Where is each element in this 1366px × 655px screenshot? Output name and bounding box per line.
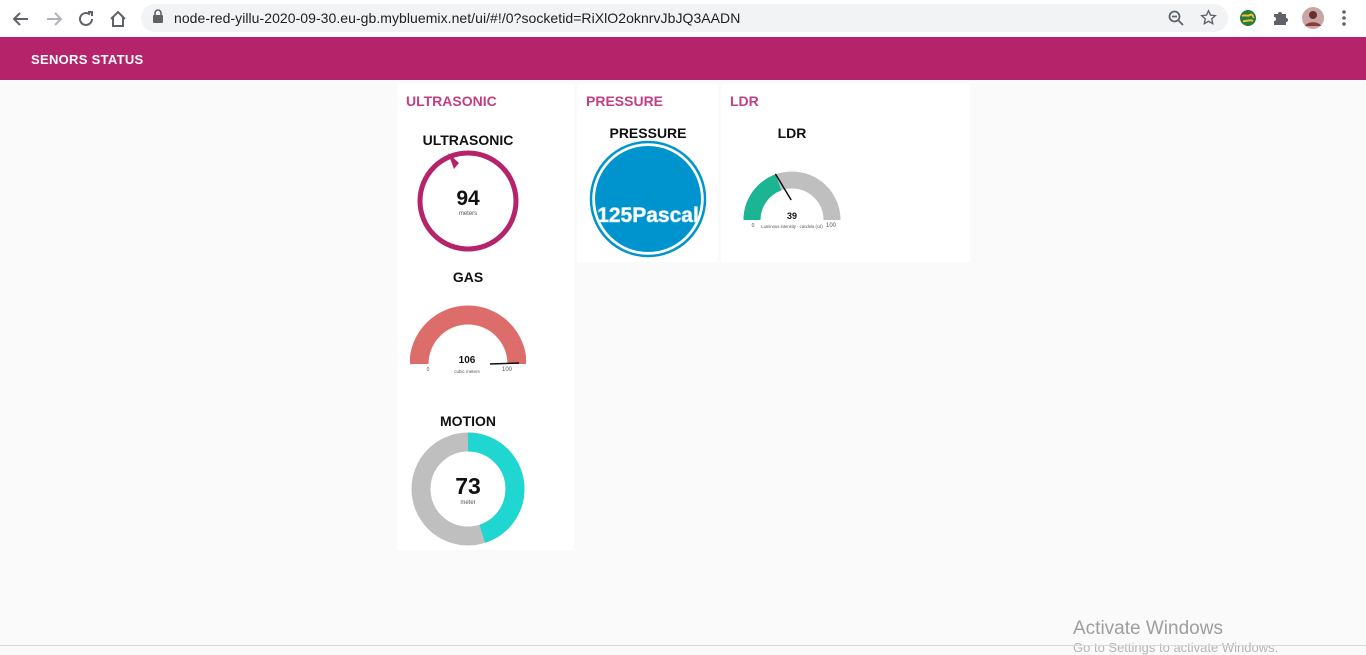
reload-icon[interactable] <box>74 7 98 31</box>
home-icon[interactable] <box>106 7 130 31</box>
motion-value: 73 <box>455 473 481 499</box>
page-title: SENORS STATUS <box>31 52 144 67</box>
ldr-min-label: 0 <box>752 223 755 229</box>
ultrasonic-unit: meters <box>459 211 477 217</box>
zoom-icon[interactable] <box>1168 10 1184 31</box>
ldr-gauge-title: LDR <box>777 125 807 141</box>
motion-unit: meter <box>460 500 475 506</box>
profile-avatar[interactable] <box>1301 6 1325 35</box>
pressure-level-gauge: 125Pascal <box>589 140 707 258</box>
dashboard-header <box>0 37 1366 80</box>
pressure-level-clip: 125Pascal <box>582 140 717 260</box>
lock-icon[interactable] <box>152 9 164 28</box>
gas-max-label: 100 <box>502 367 513 373</box>
ldr-max-label: 100 <box>826 223 837 229</box>
pressure-fill <box>595 146 701 252</box>
gas-gauge: 106 cubic meters 0 100 <box>410 305 526 374</box>
ldr-gauge: 39 Luminous intensity - candela (cd) 0 1… <box>743 171 841 229</box>
back-icon[interactable] <box>9 7 33 31</box>
group-title-ultrasonic: ULTRASONIC <box>406 93 497 109</box>
pressure-value: 125Pascal <box>597 204 699 227</box>
ldr-unit: Luminous intensity - candela (cd) <box>761 224 823 229</box>
motion-donut-gauge: 73 meter <box>411 432 525 546</box>
taskbar-edge <box>0 645 1366 646</box>
gas-unit: cubic meters <box>454 369 480 374</box>
menu-dots-icon[interactable] <box>1337 9 1351 32</box>
group-title-pressure: PRESSURE <box>586 93 664 109</box>
gas-gauge-title: GAS <box>452 269 484 285</box>
ultrasonic-compass-gauge: 94 meters <box>417 150 519 252</box>
browser-toolbar: node-red-yillu-2020-09-30.eu-gb.mybluemi… <box>0 0 1366 37</box>
extensions-puzzle-icon[interactable] <box>1271 9 1289 32</box>
extension-globe-icon[interactable] <box>1238 8 1258 33</box>
ldr-fill-arc <box>743 174 782 221</box>
forward-icon[interactable] <box>42 7 66 31</box>
group-title-ldr: LDR <box>730 93 759 109</box>
bookmark-star-icon[interactable] <box>1200 9 1217 31</box>
activate-windows-subtext: Go to Settings to activate Windows. <box>1073 640 1279 655</box>
gas-min-label: 0 <box>427 367 430 373</box>
motion-gauge-title: MOTION <box>440 413 496 429</box>
url-text[interactable]: node-red-yillu-2020-09-30.eu-gb.mybluemi… <box>174 10 740 26</box>
gas-needle <box>489 362 520 365</box>
gas-value: 106 <box>459 355 476 366</box>
ldr-value: 39 <box>787 211 797 221</box>
ultrasonic-value: 94 <box>456 187 480 210</box>
pressure-gauge-title: PRESSURE <box>609 125 687 141</box>
activate-windows-watermark: Activate Windows <box>1073 618 1223 639</box>
